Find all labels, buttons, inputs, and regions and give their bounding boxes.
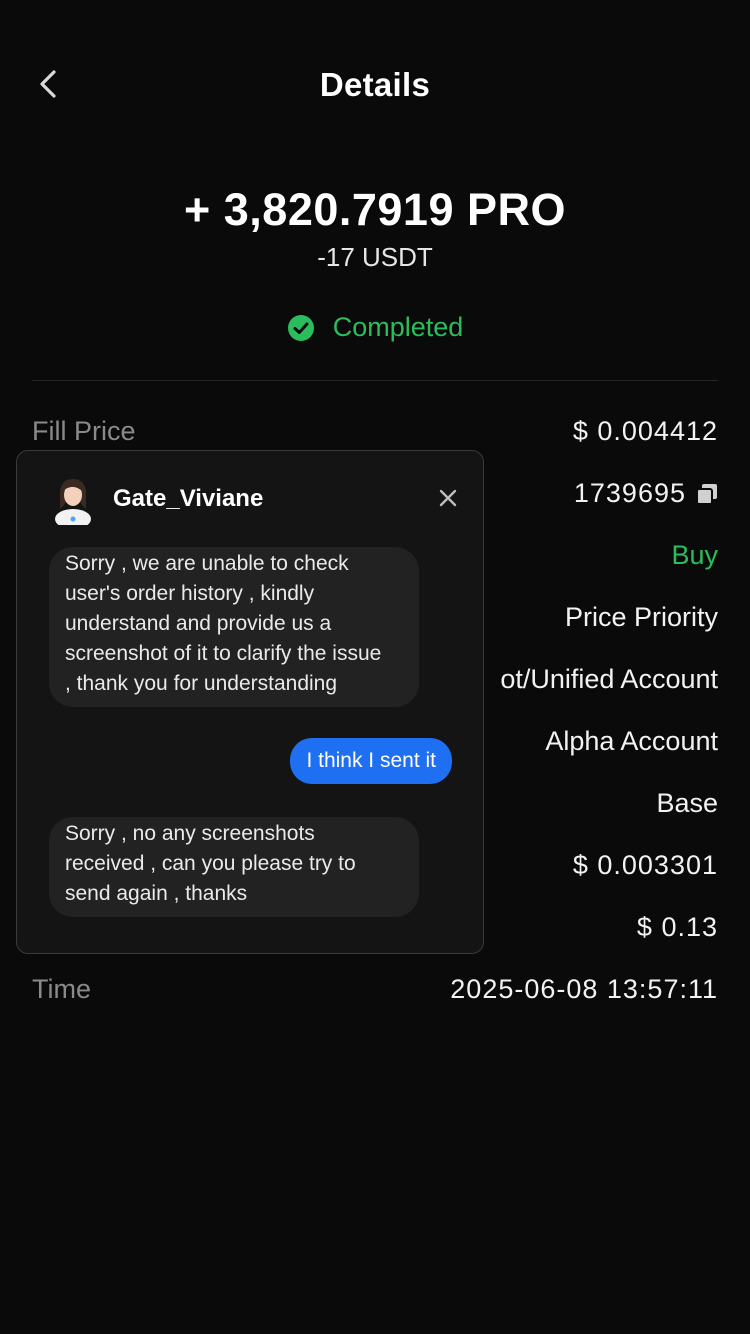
message-line: Sorry , we are unable to check (65, 552, 349, 575)
support-chat-popup[interactable]: Gate_Viviane Sorry , we are unable to ch… (16, 450, 484, 954)
sub-account-value: Alpha Account (545, 726, 718, 756)
divider (32, 380, 718, 381)
message-line: screenshot of it to clarify the issue (65, 642, 382, 665)
time-value: 2025-06-08 13:57:11 (450, 974, 718, 1004)
message-line: understand and provide us a (65, 612, 332, 635)
trade-cost: -17 USDT (317, 242, 433, 272)
page-title: Details (319, 66, 431, 103)
account-value: ot/Unified Account (500, 664, 718, 694)
side-value: Buy (671, 540, 718, 570)
chat-header: Gate_Viviane (17, 451, 483, 547)
message-line: send again , thanks (65, 882, 248, 905)
fill-price-value: $ 0.004412 (572, 416, 718, 446)
status-text: Completed (332, 312, 464, 342)
chain-value: Base (656, 788, 718, 818)
time-label: Time (32, 974, 91, 1004)
fill-price-label: Fill Price (32, 416, 136, 446)
order-id-value: 1739695 (573, 478, 686, 508)
avatar (55, 479, 91, 525)
trade-amount: + 3,820.7919 PRO (183, 184, 567, 235)
message-line: Sorry , no any screenshots (65, 822, 315, 845)
chat-message-user: I think I sent it (290, 738, 452, 784)
message-line: , thank you for understanding (65, 672, 338, 695)
fee-value: $ 0.13 (636, 912, 718, 942)
row-time: Time 2025-06-08 13:57:11 (32, 974, 718, 1014)
close-button[interactable] (433, 483, 463, 513)
copy-icon[interactable] (696, 483, 718, 505)
chat-message-agent: Sorry , we are unable to check user's or… (49, 547, 419, 707)
message-line: received , can you please try to (65, 852, 356, 875)
order-id-group: 1739695 (574, 478, 718, 509)
fee-price-value: $ 0.003301 (572, 850, 718, 880)
order-type-value: Price Priority (564, 602, 718, 632)
chat-message-agent: Sorry , no any screenshots received , ca… (49, 817, 419, 917)
details-page: Details + 3,820.7919 PRO -17 USDT Comple… (0, 0, 750, 1334)
status-badge: Completed (0, 312, 750, 343)
check-circle-icon (287, 314, 314, 341)
agent-name: Gate_Viviane (113, 485, 264, 512)
close-icon (439, 489, 457, 507)
message-line: user's order history , kindly (65, 582, 315, 605)
